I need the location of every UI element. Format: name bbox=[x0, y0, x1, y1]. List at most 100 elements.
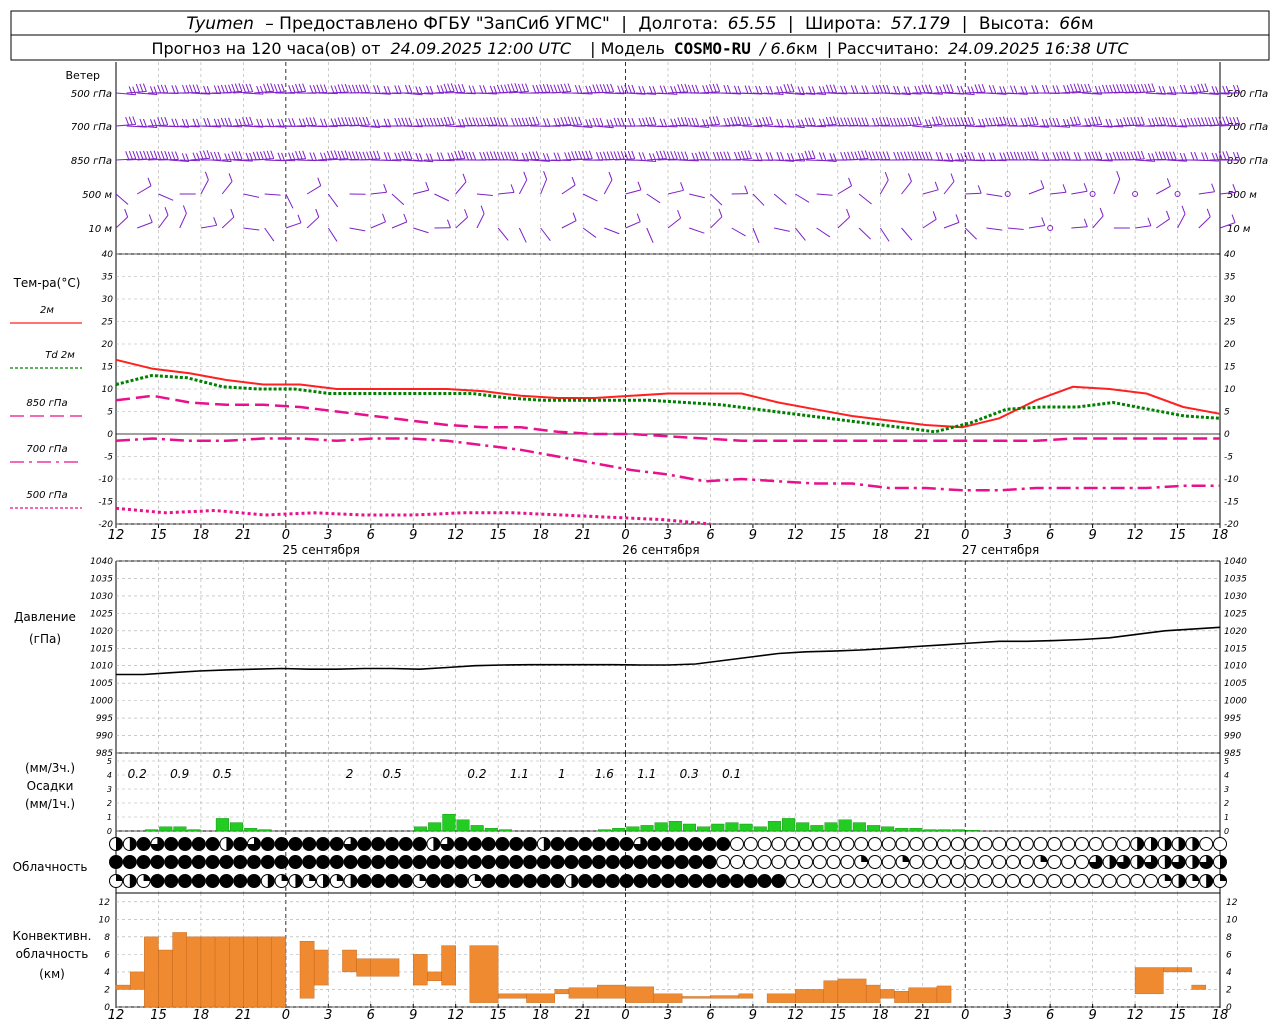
precip-total: 1.1 bbox=[510, 767, 529, 781]
wind-barb-feather bbox=[935, 151, 940, 161]
cloud-symbol bbox=[647, 874, 662, 888]
cloud-symbol bbox=[799, 874, 813, 888]
wind-barb-feather bbox=[511, 117, 516, 127]
wind-barb-feather bbox=[440, 117, 445, 127]
wind-barb bbox=[115, 216, 129, 229]
wind-barb-feather bbox=[514, 117, 519, 127]
wind-barb-feather bbox=[878, 117, 883, 126]
temp-ytick-left: -10 bbox=[98, 475, 113, 485]
wind-barb-feather bbox=[1215, 116, 1220, 126]
wind-barb-feather bbox=[557, 84, 562, 93]
wind-barb-feather bbox=[230, 208, 235, 218]
cloud-symbol bbox=[329, 855, 344, 869]
cloud-symbol bbox=[426, 874, 441, 888]
cloud-symbol bbox=[523, 855, 537, 869]
wind-barb bbox=[1071, 226, 1088, 229]
precip-bar bbox=[782, 818, 796, 832]
wind-barb-feather bbox=[900, 151, 905, 160]
wind-barb bbox=[497, 227, 509, 241]
wind-barb-feather bbox=[1052, 152, 1057, 161]
wind-barb bbox=[837, 216, 850, 229]
precip-total: 0.3 bbox=[680, 767, 699, 781]
wind-barb-feather bbox=[592, 84, 597, 93]
wind-barb-feather bbox=[1013, 151, 1018, 160]
conv-ytick-left: 0 bbox=[104, 1003, 110, 1013]
wind-barb-feather bbox=[790, 119, 795, 128]
wind-barb-feather bbox=[132, 116, 137, 125]
wind-barb-feather bbox=[348, 151, 353, 160]
cloud-symbol bbox=[1019, 837, 1034, 851]
wind-barb-feather bbox=[1158, 116, 1163, 126]
wind-barb-feather bbox=[871, 151, 876, 160]
wind-barb-feather bbox=[1098, 116, 1103, 125]
wind-barb-feather bbox=[1166, 210, 1170, 220]
wind-barb-feather bbox=[429, 117, 434, 127]
conv-ytick-right: 0 bbox=[1226, 1003, 1232, 1013]
wind-barb-feather bbox=[971, 151, 976, 161]
pressure-ytick-right: 990 bbox=[1224, 732, 1241, 742]
wind-level-label-left: 700 гПа bbox=[71, 122, 112, 133]
cloud-fill bbox=[1178, 837, 1186, 851]
time-tick-label-bottom: 9 bbox=[749, 1008, 757, 1023]
cloud-symbol bbox=[950, 855, 965, 869]
wind-barb-feather bbox=[999, 116, 1004, 125]
wind-barb-feather bbox=[496, 117, 501, 126]
wind-barb bbox=[243, 193, 260, 198]
wind-barb-feather bbox=[510, 184, 515, 193]
cloud-symbol bbox=[150, 855, 165, 869]
precip-unit-3h: (мм/3ч.) bbox=[25, 761, 75, 775]
wind-barb-feather bbox=[836, 117, 841, 126]
wind-barb-feather bbox=[401, 151, 406, 160]
wind-barb-feather bbox=[928, 119, 933, 128]
conv-bar bbox=[795, 989, 824, 1003]
cloud-fill bbox=[1137, 837, 1144, 851]
wind-barb bbox=[901, 124, 922, 127]
cloud-symbol bbox=[302, 837, 317, 851]
conv-bar bbox=[597, 984, 626, 999]
time-tick-label-bottom: 3 bbox=[664, 1008, 672, 1023]
wind-barb-feather bbox=[135, 151, 140, 160]
cloud-symbol bbox=[1061, 874, 1076, 888]
cloud-symbol bbox=[978, 837, 993, 851]
wind-barb-feather bbox=[312, 117, 317, 126]
cloud-symbol bbox=[481, 874, 496, 888]
wind-barb bbox=[1028, 224, 1045, 229]
time-tick-label-bottom: 12 bbox=[787, 1008, 804, 1023]
time-tick-label-bottom: 9 bbox=[409, 1008, 417, 1023]
time-tick-label: 9 bbox=[409, 528, 417, 543]
wind-barb-feather bbox=[1112, 84, 1117, 93]
wind-barb-feather bbox=[344, 150, 349, 159]
precip-bar bbox=[484, 828, 498, 832]
pressure-ytick-right: 1010 bbox=[1224, 662, 1247, 672]
wind-barb-feather bbox=[160, 151, 165, 160]
wind-barb bbox=[1188, 90, 1208, 94]
wind-barb-feather bbox=[199, 150, 204, 160]
wind-barb-feather bbox=[854, 151, 859, 160]
wind-barb-feather bbox=[266, 83, 271, 92]
conv-ytick-left: 2 bbox=[104, 985, 110, 995]
cloud-fill bbox=[1192, 855, 1199, 869]
time-tick-label: 9 bbox=[1088, 528, 1096, 543]
wind-barb-feather bbox=[571, 151, 576, 160]
wind-barb-feather bbox=[171, 118, 176, 127]
wind-barb-feather bbox=[889, 117, 894, 127]
wind-barb-feather bbox=[712, 151, 717, 161]
wind-barb-feather bbox=[337, 84, 342, 93]
wind-barb-feather bbox=[468, 117, 473, 126]
wind-barb-feather bbox=[971, 116, 975, 126]
cloud-symbol bbox=[467, 855, 482, 869]
temperature-title: Тем-ра(°C) bbox=[13, 276, 81, 290]
cloud-fill bbox=[129, 837, 137, 851]
wind-barb-feather bbox=[525, 83, 530, 92]
wind-barb-feather bbox=[517, 83, 522, 93]
wind-barb-feather bbox=[323, 84, 328, 93]
cloud-symbol bbox=[454, 855, 468, 869]
wind-barb-feather bbox=[673, 150, 678, 160]
wind-barb-feather bbox=[309, 152, 314, 161]
precip-bar bbox=[852, 822, 866, 832]
cloud-fill bbox=[143, 874, 151, 881]
wind-barb bbox=[1156, 185, 1171, 195]
wind-barb-feather bbox=[507, 151, 512, 161]
wind-barb-feather bbox=[1116, 151, 1121, 161]
precip-bar bbox=[697, 826, 711, 832]
